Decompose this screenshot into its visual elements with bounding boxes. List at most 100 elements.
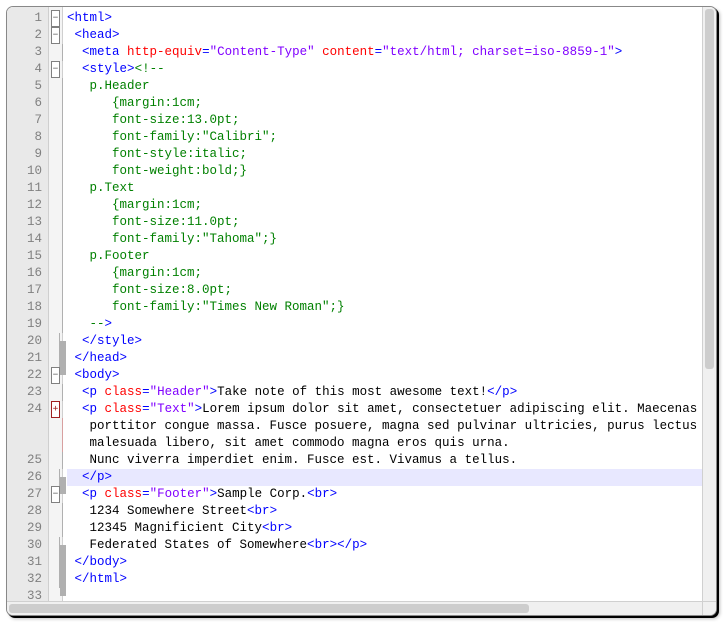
token-css: font-weight:bold;} bbox=[67, 164, 247, 178]
vertical-scrollbar[interactable] bbox=[702, 7, 716, 601]
token-tag: meta bbox=[90, 45, 128, 59]
token-brkt: < bbox=[82, 385, 90, 399]
token-commc: <!-- bbox=[135, 62, 165, 76]
code-line[interactable]: font-family:"Times New Roman";} bbox=[67, 299, 702, 316]
token-tag: p bbox=[90, 385, 105, 399]
token-attr: class bbox=[105, 402, 143, 416]
fold-guide bbox=[49, 299, 62, 316]
token-brkt: < bbox=[307, 487, 315, 501]
code-area[interactable]: <html> <head> <meta http-equiv="Content-… bbox=[63, 7, 702, 601]
token-txt: Nunc viverra imperdiet enim. Fusce est. … bbox=[67, 453, 517, 467]
token-brkt: > bbox=[210, 385, 218, 399]
token-tag: br bbox=[255, 504, 270, 518]
line-number: 23 bbox=[7, 384, 42, 401]
code-line[interactable]: </style> bbox=[67, 333, 702, 350]
token-txt bbox=[67, 62, 82, 76]
code-line[interactable]: p.Text bbox=[67, 180, 702, 197]
token-brkt: < bbox=[67, 11, 75, 25]
code-line[interactable]: --> bbox=[67, 316, 702, 333]
editor-body[interactable]: 1234567891011121314151617181920212223242… bbox=[7, 7, 702, 601]
token-txt bbox=[67, 368, 75, 382]
fold-guide bbox=[49, 452, 62, 469]
token-tag: p bbox=[352, 538, 360, 552]
token-txt: 1234 Somewhere Street bbox=[67, 504, 247, 518]
token-tag: br bbox=[315, 538, 330, 552]
code-line[interactable]: <p class="Text">Lorem ipsum dolor sit am… bbox=[67, 401, 702, 418]
code-line[interactable] bbox=[67, 588, 702, 601]
token-attr: class bbox=[105, 385, 143, 399]
code-line[interactable]: <body> bbox=[67, 367, 702, 384]
fold-collapse-icon[interactable] bbox=[51, 27, 60, 44]
code-line[interactable]: {margin:1cm; bbox=[67, 265, 702, 282]
code-line[interactable]: <p class="Header">Take note of this most… bbox=[67, 384, 702, 401]
fold-guide bbox=[49, 537, 62, 554]
token-css: font-size:8.0pt; bbox=[67, 283, 232, 297]
fold-expand-icon[interactable] bbox=[51, 401, 60, 418]
token-brkt: > bbox=[330, 487, 338, 501]
code-line[interactable]: malesuada libero, sit amet commodo magna… bbox=[67, 435, 702, 452]
token-brkt: > bbox=[135, 334, 143, 348]
code-line[interactable]: {margin:1cm; bbox=[67, 95, 702, 112]
line-number bbox=[7, 418, 42, 435]
fold-collapse-icon[interactable] bbox=[51, 367, 60, 384]
token-css: font-style:italic; bbox=[67, 147, 247, 161]
code-line[interactable]: </body> bbox=[67, 554, 702, 571]
code-line[interactable]: font-weight:bold;} bbox=[67, 163, 702, 180]
token-tag: head bbox=[90, 351, 120, 365]
code-line[interactable]: font-family:"Calibri"; bbox=[67, 129, 702, 146]
token-brkt: > bbox=[105, 11, 113, 25]
vertical-scroll-thumb[interactable] bbox=[705, 9, 714, 369]
token-txt bbox=[67, 351, 75, 365]
token-brkt: </ bbox=[82, 334, 97, 348]
horizontal-scrollbar[interactable] bbox=[7, 601, 702, 615]
fold-guide bbox=[49, 129, 62, 146]
token-tag: p bbox=[90, 487, 105, 501]
code-line[interactable]: <p class="Footer">Sample Corp.<br> bbox=[67, 486, 702, 503]
code-line[interactable]: 12345 Magnificient City<br> bbox=[67, 520, 702, 537]
token-txt bbox=[67, 28, 75, 42]
code-line[interactable]: </head> bbox=[67, 350, 702, 367]
fold-guide bbox=[49, 503, 62, 520]
code-line[interactable]: </html> bbox=[67, 571, 702, 588]
fold-collapse-icon[interactable] bbox=[51, 486, 60, 503]
code-line[interactable]: font-style:italic; bbox=[67, 146, 702, 163]
code-line[interactable]: <head> bbox=[67, 27, 702, 44]
code-line[interactable]: p.Footer bbox=[67, 248, 702, 265]
token-brkt: > bbox=[285, 521, 293, 535]
fold-column[interactable] bbox=[49, 7, 63, 601]
code-line[interactable]: font-size:8.0pt; bbox=[67, 282, 702, 299]
horizontal-scroll-thumb[interactable] bbox=[9, 604, 529, 613]
code-line[interactable]: font-size:13.0pt; bbox=[67, 112, 702, 129]
line-number: 10 bbox=[7, 163, 42, 180]
code-line[interactable]: {margin:1cm; bbox=[67, 197, 702, 214]
token-brkt: > bbox=[112, 28, 120, 42]
token-brkt: ></ bbox=[330, 538, 353, 552]
token-brkt: </ bbox=[75, 555, 90, 569]
token-brkt: </ bbox=[75, 572, 90, 586]
fold-guide bbox=[49, 571, 62, 588]
fold-guide bbox=[49, 231, 62, 248]
token-css: font-size:11.0pt; bbox=[67, 215, 240, 229]
code-line[interactable]: porttitor congue massa. Fusce posuere, m… bbox=[67, 418, 702, 435]
token-brkt: = bbox=[202, 45, 210, 59]
token-css: {margin:1cm; bbox=[67, 198, 202, 212]
token-tag: style bbox=[97, 334, 135, 348]
code-line[interactable]: <html> bbox=[67, 10, 702, 27]
line-number: 22 bbox=[7, 367, 42, 384]
fold-collapse-icon[interactable] bbox=[51, 10, 60, 27]
code-line[interactable]: p.Header bbox=[67, 78, 702, 95]
token-tag: br bbox=[315, 487, 330, 501]
code-line[interactable]: 1234 Somewhere Street<br> bbox=[67, 503, 702, 520]
code-line[interactable]: font-size:11.0pt; bbox=[67, 214, 702, 231]
fold-collapse-icon[interactable] bbox=[51, 61, 60, 78]
code-line[interactable]: <meta http-equiv="Content-Type" content=… bbox=[67, 44, 702, 61]
code-line[interactable]: </p> bbox=[67, 469, 702, 486]
code-line[interactable]: Federated States of Somewhere<br></p> bbox=[67, 537, 702, 554]
token-txt bbox=[67, 555, 75, 569]
code-line[interactable]: Nunc viverra imperdiet enim. Fusce est. … bbox=[67, 452, 702, 469]
token-aval: "Header" bbox=[150, 385, 210, 399]
code-line[interactable]: <style><!-- bbox=[67, 61, 702, 78]
code-line[interactable]: font-family:"Tahoma";} bbox=[67, 231, 702, 248]
token-brkt: > bbox=[105, 470, 113, 484]
line-number: 3 bbox=[7, 44, 42, 61]
